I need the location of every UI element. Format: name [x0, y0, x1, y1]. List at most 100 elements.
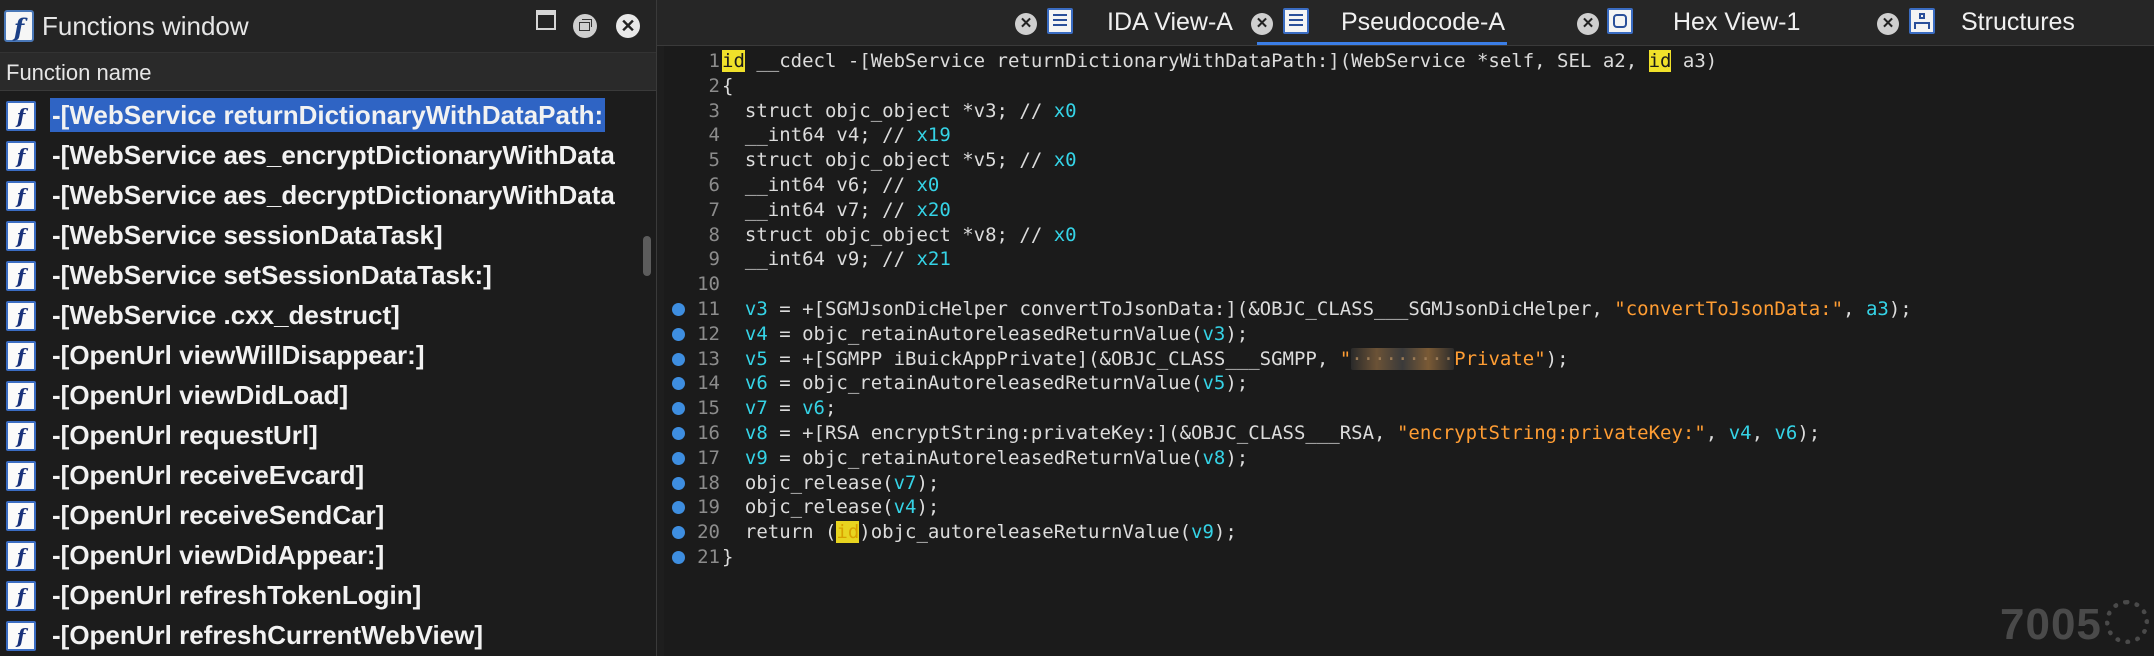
code-text[interactable]: __int64 v4; // x19: [722, 123, 951, 148]
code-text[interactable]: }: [722, 545, 733, 570]
code-line[interactable]: 2{: [664, 74, 2144, 99]
code-text[interactable]: __int64 v7; // x20: [722, 198, 951, 223]
breakpoint-dot-icon[interactable]: [672, 327, 685, 341]
close-icon[interactable]: ✕: [616, 14, 640, 38]
code-line[interactable]: 6 __int64 v6; // x0: [664, 173, 2144, 198]
column-header[interactable]: Function name: [0, 53, 656, 91]
breakpoint-dot-icon[interactable]: [672, 451, 685, 465]
function-list-item[interactable]: f -[OpenUrl refreshTokenLogin]: [0, 576, 640, 616]
code-line[interactable]: 13 v5 = +[SGMPP iBuickAppPrivate](&OBJC_…: [664, 347, 2144, 372]
code-line[interactable]: 7 __int64 v7; // x20: [664, 198, 2144, 223]
code-token: x0: [1053, 223, 1077, 246]
breakpoint-dot-icon[interactable]: [672, 551, 685, 564]
close-icon[interactable]: ✕: [1251, 13, 1273, 35]
code-line[interactable]: 18 objc_release(v7);: [664, 471, 2144, 496]
breakpoint-dot-icon[interactable]: [672, 377, 685, 391]
code-line[interactable]: 8 struct objc_object *v8; // x0: [664, 223, 2144, 248]
breakpoint-dot-icon[interactable]: [672, 427, 685, 440]
hex-view-icon: [1607, 8, 1633, 34]
code-line[interactable]: 9 __int64 v9; // x21: [664, 247, 2144, 272]
code-text[interactable]: {: [722, 74, 733, 99]
code-line[interactable]: 14 v6 = objc_retainAutoreleasedReturnVal…: [664, 371, 2144, 396]
code-line[interactable]: 21}: [664, 545, 2144, 570]
function-list-item[interactable]: f -[OpenUrl receiveSendCar]: [0, 496, 640, 536]
code-line[interactable]: 17 v9 = objc_retainAutoreleasedReturnVal…: [664, 446, 2144, 471]
code-line[interactable]: 3 struct objc_object *v3; // x0: [664, 99, 2144, 124]
breakpoint-dot-icon[interactable]: [672, 303, 685, 316]
code-text[interactable]: objc_release(v7);: [722, 471, 940, 496]
breakpoint-dot-icon[interactable]: [672, 501, 685, 515]
function-icon: f: [6, 341, 36, 371]
code-token: v4: [893, 496, 917, 519]
tab-pseudocode-a[interactable]: ✕ Pseudocode-A: [1251, 0, 1507, 45]
line-number: 9: [708, 248, 720, 271]
function-list-item[interactable]: f -[WebService returnDictionaryWithDataPa…: [0, 96, 640, 136]
function-icon: f: [6, 101, 36, 131]
functions-window-titlebar[interactable]: f Functions window ✕: [0, 0, 656, 53]
code-text[interactable]: __int64 v9; // x21: [722, 247, 951, 272]
function-list-item[interactable]: f -[WebService sessionDataTask]: [0, 216, 640, 256]
code-line[interactable]: 1 id __cdecl -[WebService returnDictionar…: [664, 49, 2144, 74]
code-text[interactable]: v4 = objc_retainAutoreleasedReturnValue(…: [722, 322, 1248, 347]
scrollbar[interactable]: [640, 96, 656, 656]
code-text[interactable]: __int64 v6; // x0: [722, 173, 939, 198]
function-list-item[interactable]: f -[OpenUrl viewWillDisappear:]: [0, 336, 640, 376]
function-name: -[OpenUrl viewDidLoad]: [52, 380, 349, 410]
code-text[interactable]: struct objc_object *v5; // x0: [722, 148, 1077, 173]
code-text[interactable]: v9 = objc_retainAutoreleasedReturnValue(…: [722, 446, 1248, 471]
code-token: );: [1888, 298, 1912, 320]
breakpoint-dot-icon[interactable]: [672, 476, 685, 490]
maximize-icon[interactable]: [536, 10, 556, 30]
function-list-item[interactable]: f -[WebService setSessionDataTask:]: [0, 256, 640, 296]
pseudocode-view[interactable]: 1 id __cdecl -[WebService returnDictionar…: [664, 46, 2154, 656]
code-line[interactable]: 16 v8 = +[RSA encryptString:privateKey:]…: [664, 421, 2144, 446]
code-line[interactable]: 5 struct objc_object *v5; // x0: [664, 148, 2144, 173]
close-icon[interactable]: ✕: [1015, 13, 1037, 35]
function-list-item[interactable]: f -[OpenUrl refreshCurrentWebView]: [0, 616, 640, 656]
code-text[interactable]: return (id)objc_autoreleaseReturnValue(v…: [722, 520, 1237, 545]
code-line[interactable]: 10: [664, 272, 2144, 297]
code-line[interactable]: 20 return (id)objc_autoreleaseReturnValu…: [664, 520, 2144, 545]
breakpoint-dot-icon[interactable]: [672, 352, 685, 366]
function-list-item[interactable]: f -[WebService aes_decryptDictionaryWithD…: [0, 176, 640, 216]
function-list-item[interactable]: f -[WebService .cxx_destruct]: [0, 296, 640, 336]
code-token: {: [722, 74, 734, 97]
function-list-item[interactable]: f -[OpenUrl receiveEvcard]: [0, 456, 640, 496]
code-text[interactable]: v5 = +[SGMPP iBuickAppPrivate](&OBJC_CLA…: [722, 347, 1569, 372]
breakpoint-dot-icon[interactable]: [672, 526, 685, 540]
code-text[interactable]: v6 = objc_retainAutoreleasedReturnValue(…: [722, 371, 1248, 396]
code-line[interactable]: 11 v3 = +[SGMJsonDicHelper convertToJson…: [664, 297, 2144, 322]
code-text[interactable]: struct objc_object *v3; // x0: [722, 99, 1077, 124]
code-token: objc_release(: [722, 496, 894, 519]
tab-structures[interactable]: ✕ Structures: [1877, 0, 2154, 45]
code-text[interactable]: v8 = +[RSA encryptString:privateKey:](&O…: [722, 421, 1820, 446]
window-title: Functions window: [42, 11, 249, 41]
close-icon[interactable]: ✕: [1877, 13, 1899, 35]
scrollbar-thumb[interactable]: [643, 236, 651, 276]
code-token: x0: [1053, 99, 1077, 122]
functions-window: f Functions window ✕ Function name f -[We…: [0, 0, 657, 656]
float-window-icon[interactable]: [573, 14, 597, 38]
code-token: );: [1545, 347, 1569, 370]
code-line[interactable]: 4 __int64 v4; // x19: [664, 123, 2144, 148]
function-name: -[OpenUrl requestUrl]: [52, 420, 318, 450]
tab-hex-view-1[interactable]: ✕ Hex View-1: [1577, 0, 1847, 45]
function-list-item[interactable]: f -[WebService aes_encryptDictionaryWithD…: [0, 136, 640, 176]
code-text[interactable]: v7 = v6;: [722, 396, 837, 421]
code-line[interactable]: 19 objc_release(v4);: [664, 495, 2144, 520]
code-token: "convertToJsonData:": [1614, 298, 1844, 320]
breakpoint-dot-icon[interactable]: [672, 402, 685, 416]
code-text[interactable]: id __cdecl -[WebService returnDictionary…: [722, 49, 1717, 74]
code-text[interactable]: struct objc_object *v8; // x0: [722, 223, 1077, 248]
code-text[interactable]: objc_release(v4);: [722, 495, 940, 520]
code-line[interactable]: 15 v7 = v6;: [664, 396, 2144, 421]
code-text[interactable]: v3 = +[SGMJsonDicHelper convertToJsonDat…: [722, 297, 1912, 322]
function-list-item[interactable]: f -[OpenUrl viewDidLoad]: [0, 376, 640, 416]
close-icon[interactable]: ✕: [1577, 13, 1599, 35]
tab-label: IDA View-A: [1107, 8, 1233, 36]
function-list-item[interactable]: f -[OpenUrl viewDidAppear:]: [0, 536, 640, 576]
code-line[interactable]: 12 v4 = objc_retainAutoreleasedReturnVal…: [664, 322, 2144, 347]
tab-ida-view-a[interactable]: ✕ IDA View-A: [979, 0, 1233, 45]
function-icon: f: [6, 621, 36, 651]
function-list-item[interactable]: f -[OpenUrl requestUrl]: [0, 416, 640, 456]
